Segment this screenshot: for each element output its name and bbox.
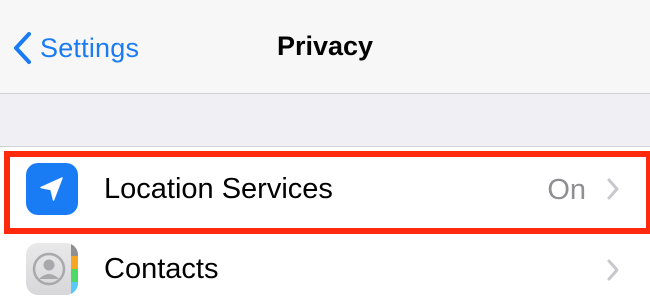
contacts-label: Contacts xyxy=(104,253,219,285)
chevron-right-icon xyxy=(606,177,620,206)
contacts-icon-tabs xyxy=(71,243,78,295)
privacy-list: Location Services On Contacts xyxy=(0,146,650,304)
page-title-text: Privacy xyxy=(276,31,374,61)
location-services-label: Location Services xyxy=(104,173,333,205)
location-arrow-icon xyxy=(26,163,78,215)
back-button-label: Settings xyxy=(40,32,140,63)
back-button[interactable]: Settings xyxy=(12,26,139,70)
contacts-row[interactable]: Contacts xyxy=(0,231,650,304)
privacy-screen: Settings Privacy Location Services On Co… xyxy=(0,0,650,304)
navigation-bar: Settings Privacy xyxy=(0,0,650,94)
chevron-right-icon xyxy=(606,258,620,287)
chevron-left-icon xyxy=(12,31,32,65)
location-services-row[interactable]: Location Services On xyxy=(0,147,650,232)
section-spacer xyxy=(0,94,650,146)
location-services-value: On xyxy=(547,174,586,206)
contacts-icon xyxy=(26,243,78,295)
